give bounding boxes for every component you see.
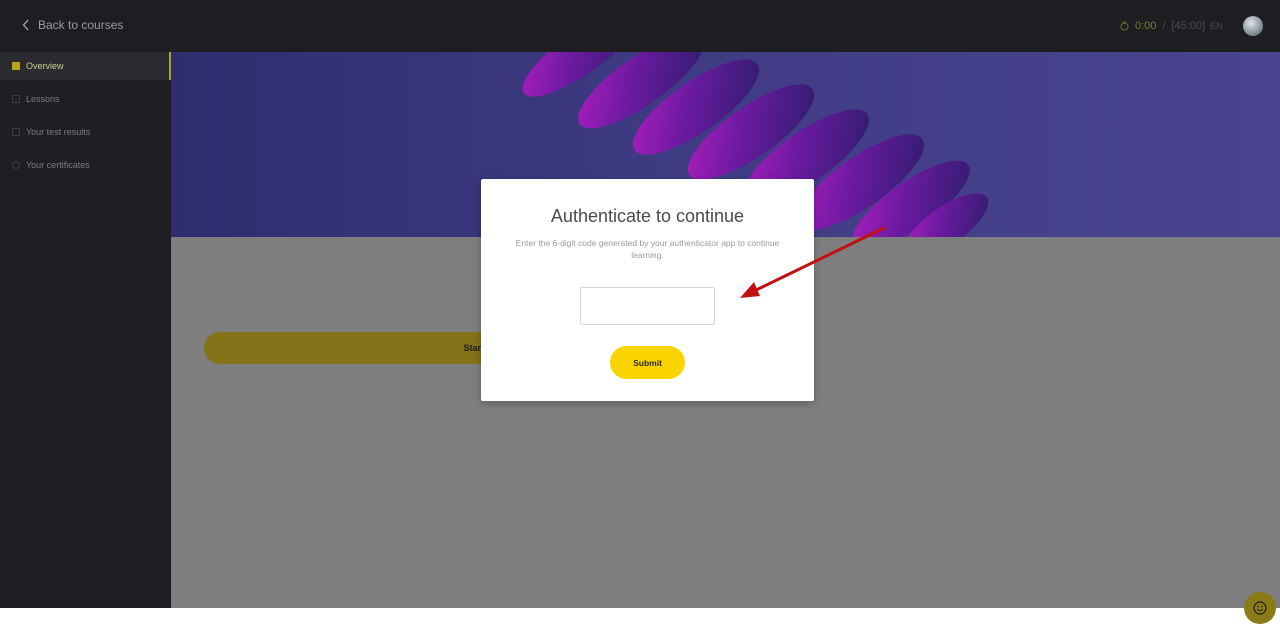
sidebar-item-label: Your test results [26,127,91,137]
language-selector[interactable]: EN [1210,21,1223,31]
arrow-head [740,282,760,298]
results-icon [12,128,20,136]
sidebar-item-label: Overview [26,61,64,71]
back-label: Back to courses [38,18,124,32]
submit-button[interactable]: Submit [610,346,685,379]
annotation-arrow-icon [740,226,886,298]
timer-icon [1120,21,1129,31]
code-input[interactable] [580,287,715,325]
overview-icon [12,62,20,70]
sidebar-item-certificates[interactable]: Your certificates [0,151,171,179]
top-bar: Back to courses 0:00 / [45:00] EN [0,0,1280,52]
certificate-icon [12,161,20,169]
sidebar: Overview Lessons Your test results Your … [0,52,171,608]
submit-label: Submit [633,357,662,368]
page: Back to courses 0:00 / [45:00] EN Overvi… [0,0,1280,624]
chevron-left-icon [22,19,29,31]
course-timer: 0:00 / [45:00] [1120,20,1205,32]
sidebar-item-label: Lessons [26,94,60,104]
chat-button[interactable] [1244,592,1276,624]
user-avatar[interactable] [1243,16,1263,36]
sidebar-item-test-results[interactable]: Your test results [0,118,171,146]
timer-total: [45:00] [1171,20,1206,32]
timer-current: 0:00 [1135,20,1157,32]
timer-separator: / [1162,20,1166,32]
start-button[interactable]: Start [204,332,524,364]
sidebar-item-label: Your certificates [26,160,90,170]
lessons-icon [12,95,20,103]
smiley-icon [1253,601,1267,615]
arrow-shaft [750,226,886,294]
sidebar-item-lessons[interactable]: Lessons [0,85,171,113]
back-to-courses-link[interactable]: Back to courses [22,18,123,32]
sidebar-item-overview[interactable]: Overview [0,52,171,80]
